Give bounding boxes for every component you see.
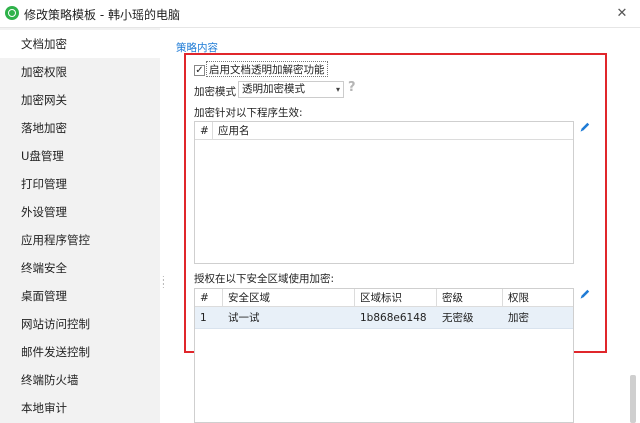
- encryption-mode-select[interactable]: 透明加密模式 ▾: [238, 81, 344, 98]
- sidebar-item-email-sending-control[interactable]: 邮件发送控制: [0, 338, 160, 366]
- column-header-index: #: [195, 122, 213, 140]
- vertical-scrollbar[interactable]: [630, 375, 636, 423]
- policy-template-window: 修改策略模板 - 韩小瑶的电脑 ✕ 文档加密 加密权限 加密网关 落地加密 U盘…: [0, 0, 640, 423]
- row-security-zone: 试一试: [228, 312, 260, 324]
- row-index: 1: [200, 312, 207, 324]
- help-icon[interactable]: ?: [348, 80, 356, 95]
- sidebar-item-usb-management[interactable]: U盘管理: [0, 142, 160, 170]
- sidebar-item-landing-encryption[interactable]: 落地加密: [0, 114, 160, 142]
- column-header-permission[interactable]: 权限: [503, 289, 573, 307]
- chevron-down-icon: ▾: [335, 85, 340, 94]
- checkmark-icon: ✓: [195, 65, 204, 76]
- row-classification: 无密级: [442, 312, 474, 324]
- sidebar-item-peripheral-management[interactable]: 外设管理: [0, 198, 160, 226]
- column-header-security-zone[interactable]: 安全区域: [223, 289, 355, 307]
- security-zone-table[interactable]: # 安全区域 区域标识 密级 权限 1 试一试 1b868e6148 无密级 加…: [194, 288, 574, 423]
- sidebar-item-encryption-gateway[interactable]: 加密网关: [0, 86, 160, 114]
- title-bar: 修改策略模板 - 韩小瑶的电脑 ✕: [0, 0, 640, 28]
- sidebar-item-application-control[interactable]: 应用程序管控: [0, 226, 160, 254]
- sidebar-item-local-audit[interactable]: 本地审计: [0, 394, 160, 422]
- column-header-app-name[interactable]: 应用名: [213, 122, 573, 140]
- pencil-icon[interactable]: [579, 288, 591, 300]
- application-table[interactable]: # 应用名: [194, 121, 574, 264]
- sidebar-item-document-encryption[interactable]: 文档加密: [0, 30, 160, 58]
- row-zone-id: 1b868e6148: [360, 312, 427, 324]
- pencil-icon[interactable]: [579, 121, 591, 133]
- encryption-mode-value: 透明加密模式: [242, 83, 305, 95]
- sidebar-item-desktop-management[interactable]: 桌面管理: [0, 282, 160, 310]
- table-header: # 应用名: [195, 122, 573, 140]
- encryption-mode-label: 加密模式: [194, 86, 236, 98]
- applies-to-programs-label: 加密针对以下程序生效:: [194, 107, 303, 119]
- enable-encryption-label[interactable]: 启用文档透明加解密功能: [206, 61, 328, 77]
- column-header-classification[interactable]: 密级: [437, 289, 503, 307]
- sidebar-item-encryption-permissions[interactable]: 加密权限: [0, 58, 160, 86]
- splitter-grip-icon[interactable]: :::: [162, 274, 168, 290]
- row-permission: 加密: [508, 312, 529, 324]
- table-row[interactable]: 1 试一试 1b868e6148 无密级 加密: [195, 307, 573, 329]
- column-header-index: #: [195, 289, 223, 307]
- window-title: 修改策略模板 - 韩小瑶的电脑: [24, 8, 180, 22]
- table-header: # 安全区域 区域标识 密级 权限: [195, 289, 573, 307]
- sidebar-item-website-access-control[interactable]: 网站访问控制: [0, 310, 160, 338]
- enable-encryption-checkbox[interactable]: ✓: [194, 65, 205, 76]
- policy-content-panel: 策略内容 ✓ 启用文档透明加解密功能 加密模式 透明加密模式 ▾ ? 加密针对以…: [170, 28, 640, 423]
- app-logo-icon: [5, 6, 19, 20]
- authorized-zones-label: 授权在以下安全区域使用加密:: [194, 273, 335, 285]
- column-header-zone-id[interactable]: 区域标识: [355, 289, 437, 307]
- close-button[interactable]: ✕: [612, 4, 632, 24]
- policy-category-sidebar: 文档加密 加密权限 加密网关 落地加密 U盘管理 打印管理 外设管理 应用程序管…: [0, 28, 160, 423]
- sidebar-item-endpoint-firewall[interactable]: 终端防火墙: [0, 366, 160, 394]
- sidebar-item-endpoint-security[interactable]: 终端安全: [0, 254, 160, 282]
- sidebar-item-print-management[interactable]: 打印管理: [0, 170, 160, 198]
